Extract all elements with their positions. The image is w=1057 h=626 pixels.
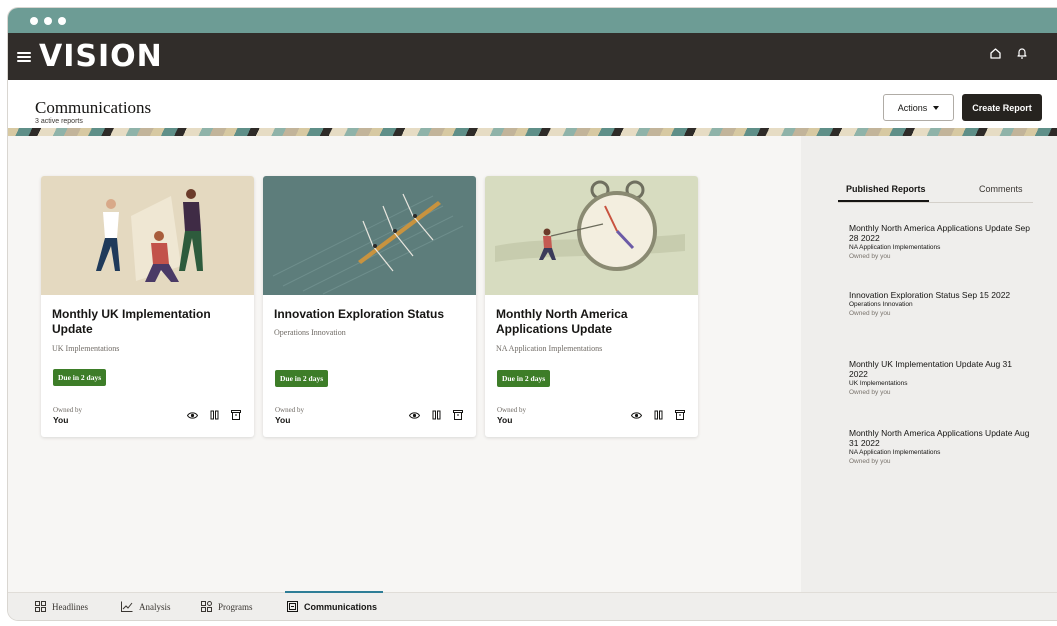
report-owner: Owned by you	[849, 310, 891, 317]
owned-by-label: Owned by	[497, 406, 526, 414]
report-cards-area: Monthly UK Implementation Update UK Impl…	[8, 136, 801, 592]
window-dot-maximize[interactable]	[58, 16, 66, 25]
report-group: Operations Innovation	[849, 301, 913, 308]
home-icon[interactable]	[989, 47, 1002, 60]
nav-tab-label: Communications	[304, 602, 378, 612]
actions-button[interactable]: Actions	[883, 94, 954, 121]
nav-tab-label: Programs	[218, 602, 253, 612]
card-actions	[408, 407, 463, 425]
report-card[interactable]: Innovation Exploration Status Operations…	[263, 176, 476, 437]
card-title[interactable]: Monthly UK Implementation Update	[52, 307, 242, 337]
bottom-nav: Headlines Analysis Programs Communicatio…	[8, 591, 1057, 620]
owned-by-label: Owned by	[275, 406, 304, 414]
report-title: Innovation Exploration Status Sep 15 202…	[849, 290, 1011, 300]
report-card[interactable]: Monthly North America Applications Updat…	[485, 176, 698, 437]
card-title[interactable]: Innovation Exploration Status	[274, 307, 464, 322]
analysis-icon	[121, 601, 133, 614]
window-dot-close[interactable]	[30, 16, 38, 25]
chevron-down-icon	[933, 105, 940, 110]
window-chrome	[8, 8, 1057, 33]
eye-icon[interactable]	[408, 407, 421, 425]
communications-icon	[287, 600, 298, 614]
tab-comments[interactable]: Comments	[979, 184, 1023, 194]
owner-name: You	[53, 415, 69, 425]
columns-icon[interactable]	[210, 407, 219, 425]
app-bar-actions	[989, 47, 1028, 60]
programs-icon	[201, 600, 212, 614]
window-dot-minimize[interactable]	[44, 16, 52, 25]
due-badge: Due in 2 days	[497, 370, 551, 387]
report-group: NA Application Implementations	[849, 244, 941, 251]
page-header: Communications 3 active reports Actions …	[8, 80, 1057, 128]
card-subtitle: UK Implementations	[52, 344, 120, 353]
trash-icon[interactable]	[675, 407, 685, 425]
nav-tab-communications[interactable]: Communications	[284, 591, 384, 620]
nav-tab-analysis[interactable]: Analysis	[121, 593, 171, 620]
due-badge: Due in 2 days	[53, 369, 107, 386]
report-owner: Owned by you	[849, 253, 891, 260]
report-title: Monthly North America Applications Updat…	[849, 223, 1030, 243]
card-subtitle: NA Application Implementations	[496, 344, 603, 353]
decorative-pattern-band	[8, 128, 1057, 136]
card-actions	[186, 407, 241, 425]
published-report-item[interactable]: Monthly North America Applications Updat…	[849, 223, 1031, 261]
app-bar: VISION	[8, 33, 1057, 80]
report-owner: Owned by you	[849, 389, 891, 396]
eye-icon[interactable]	[630, 407, 643, 425]
card-title[interactable]: Monthly North America Applications Updat…	[496, 307, 686, 337]
trash-icon[interactable]	[231, 407, 241, 425]
nav-tab-label: Analysis	[139, 602, 171, 612]
headlines-icon	[35, 600, 46, 614]
published-report-item[interactable]: Innovation Exploration Status Sep 15 202…	[849, 290, 1031, 318]
brand-logo: VISION	[39, 39, 163, 74]
menu-icon[interactable]	[17, 51, 31, 62]
actions-button-label: Actions	[897, 102, 928, 113]
card-actions	[630, 407, 685, 425]
page-title: Communications	[35, 98, 152, 117]
app-window: VISION Communications 3 active reports A…	[8, 8, 1057, 620]
owner-name: You	[497, 415, 513, 425]
eye-icon[interactable]	[186, 407, 199, 425]
tab-divider	[838, 202, 1033, 203]
report-group: UK Implementations	[849, 380, 908, 387]
card-illustration-rowing	[263, 176, 476, 295]
published-report-item[interactable]: Monthly UK Implementation Update Aug 31 …	[849, 359, 1031, 397]
columns-icon[interactable]	[654, 407, 663, 425]
nav-tab-label: Headlines	[52, 602, 88, 612]
create-report-button[interactable]: Create Report	[962, 94, 1042, 121]
due-badge: Due in 2 days	[275, 370, 329, 387]
report-card[interactable]: Monthly UK Implementation Update UK Impl…	[41, 176, 254, 437]
report-title: Monthly UK Implementation Update Aug 31 …	[849, 359, 1013, 379]
trash-icon[interactable]	[453, 407, 463, 425]
card-subtitle: Operations Innovation	[274, 328, 346, 337]
report-group: NA Application Implementations	[849, 449, 941, 456]
card-illustration-clock	[485, 176, 698, 295]
owned-by-label: Owned by	[53, 406, 82, 414]
nav-tab-headlines[interactable]: Headlines	[35, 593, 88, 620]
columns-icon[interactable]	[432, 407, 441, 425]
report-owner: Owned by you	[849, 458, 891, 465]
card-illustration-team	[41, 176, 254, 295]
page-subtitle: 3 active reports	[35, 118, 83, 125]
nav-tab-programs[interactable]: Programs	[201, 593, 253, 620]
report-title: Monthly North America Applications Updat…	[849, 428, 1030, 448]
bell-icon[interactable]	[1016, 47, 1028, 60]
tab-published-reports[interactable]: Published Reports	[846, 184, 926, 194]
published-reports-panel: Published Reports Comments Monthly North…	[801, 136, 1057, 592]
published-report-item[interactable]: Monthly North America Applications Updat…	[849, 428, 1031, 466]
owner-name: You	[275, 415, 291, 425]
